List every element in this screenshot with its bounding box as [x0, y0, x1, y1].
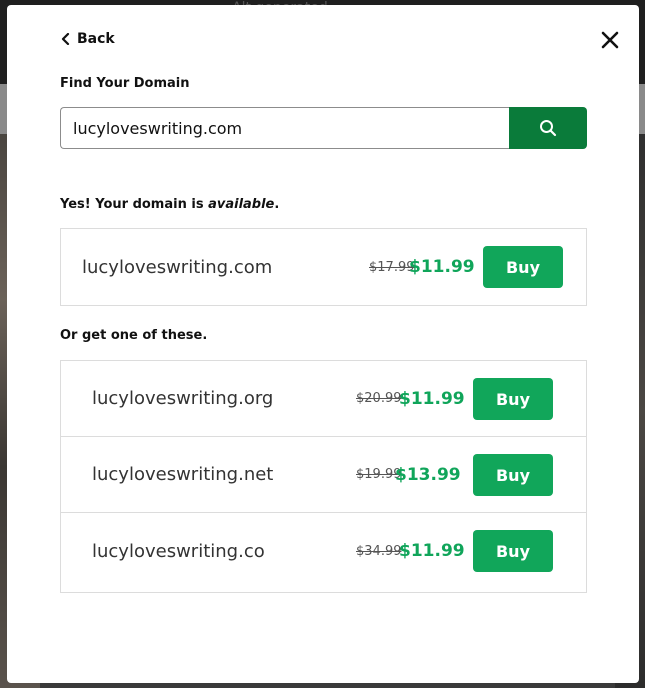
domain-row: lucyloveswriting.co $34.99 $11.99 Buy: [61, 513, 586, 589]
chevron-left-icon: [61, 33, 70, 45]
original-price: $20.99: [356, 391, 402, 406]
buy-button[interactable]: Buy: [483, 246, 563, 288]
sale-price: $11.99: [409, 257, 475, 277]
domain-name: lucyloveswriting.net: [92, 464, 274, 485]
sale-price: $11.99: [399, 388, 465, 409]
search-button[interactable]: [509, 107, 587, 149]
domain-name: lucyloveswriting.org: [92, 388, 274, 409]
buy-button[interactable]: Buy: [473, 530, 553, 572]
alternative-domains-list: lucyloveswriting.org $20.99 $11.99 Buy l…: [60, 360, 587, 593]
close-icon: [601, 31, 619, 49]
close-button[interactable]: [601, 31, 619, 49]
back-label: Back: [77, 31, 115, 47]
buy-button[interactable]: Buy: [473, 378, 553, 420]
domain-row: lucyloveswriting.net $19.99 $13.99 Buy: [61, 437, 586, 513]
back-button[interactable]: Back: [61, 31, 115, 47]
original-price: $17.99: [369, 259, 415, 275]
buy-button[interactable]: Buy: [473, 454, 553, 496]
domain-row: lucyloveswriting.com $17.99 $11.99 Buy: [61, 229, 586, 305]
availability-suffix: .: [274, 197, 280, 212]
availability-prefix: Yes! Your domain is: [60, 197, 209, 212]
domain-name: lucyloveswriting.com: [82, 256, 273, 278]
domain-search-bar: [60, 107, 587, 149]
availability-word: available: [208, 197, 275, 212]
availability-message: Yes! Your domain is available.: [60, 197, 279, 212]
find-domain-label: Find Your Domain: [60, 76, 190, 91]
alternatives-heading: Or get one of these.: [60, 328, 208, 343]
domain-row: lucyloveswriting.org $20.99 $11.99 Buy: [61, 361, 586, 437]
primary-domain-card: lucyloveswriting.com $17.99 $11.99 Buy: [60, 228, 587, 306]
sale-price: $13.99: [395, 464, 461, 485]
sale-price: $11.99: [399, 541, 465, 561]
domain-name: lucyloveswriting.co: [92, 540, 265, 562]
original-price: $34.99: [356, 543, 402, 559]
search-icon: [540, 120, 557, 137]
domain-search-input[interactable]: [60, 107, 509, 149]
domain-search-modal: Back Find Your Domain Yes! Your domain i…: [7, 5, 639, 683]
